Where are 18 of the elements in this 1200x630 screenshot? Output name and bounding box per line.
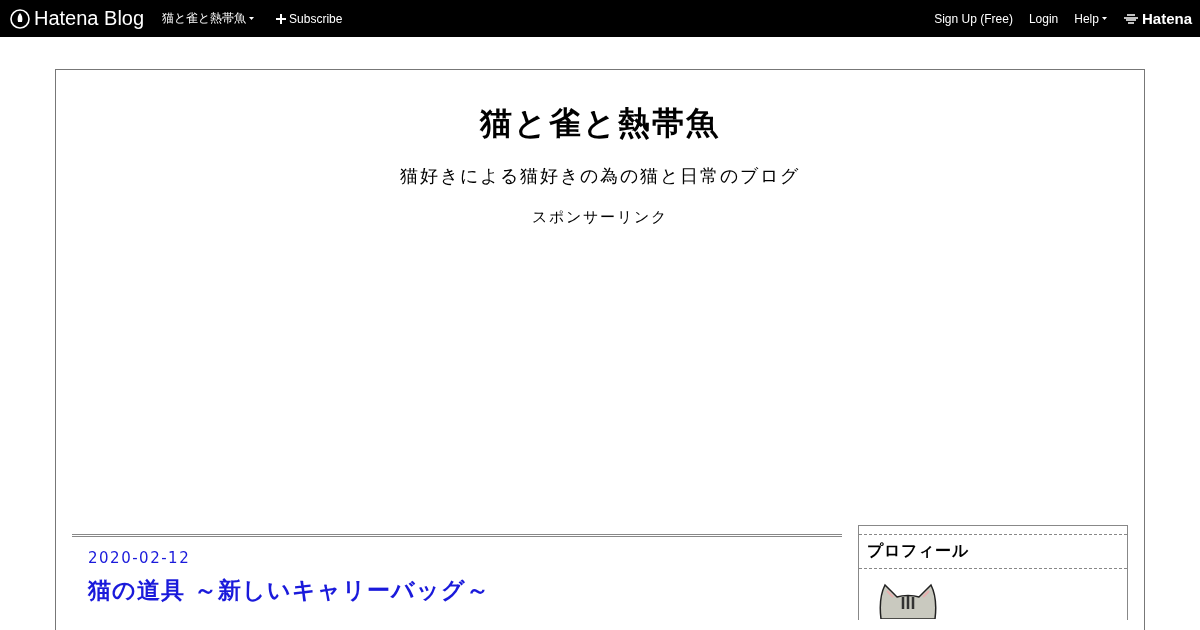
blog-title: 猫と雀と熱帯魚	[478, 103, 721, 144]
module-title: プロフィール	[859, 534, 1127, 569]
blog-menu[interactable]: 猫と雀と熱帯魚	[162, 10, 255, 27]
blog-description: 猫好きによる猫好きの為の猫と日常のブログ	[399, 164, 801, 188]
entry-title[interactable]: 猫の道具 ～新しいキャリーバッグ～	[88, 575, 827, 606]
brand-link[interactable]: Hatena Blog	[10, 7, 145, 30]
hatena-link[interactable]: Hatena	[1122, 10, 1192, 27]
nav-link[interactable]: Sign Up (Free)	[934, 11, 1013, 26]
plus-icon	[276, 13, 287, 24]
caret-icon	[249, 17, 255, 20]
help-menu[interactable]: Help	[1074, 11, 1107, 26]
lines-logo-icon	[1122, 13, 1139, 24]
subscribe-link[interactable]: Subscribe	[276, 11, 343, 26]
pen-nib-icon	[10, 8, 30, 29]
entry-date[interactable]: 2020-02-12	[88, 549, 827, 567]
caret-icon	[1101, 17, 1107, 20]
sponsored-label: スポンサーリンク	[531, 208, 669, 227]
nav-link[interactable]: Login	[1028, 11, 1059, 26]
